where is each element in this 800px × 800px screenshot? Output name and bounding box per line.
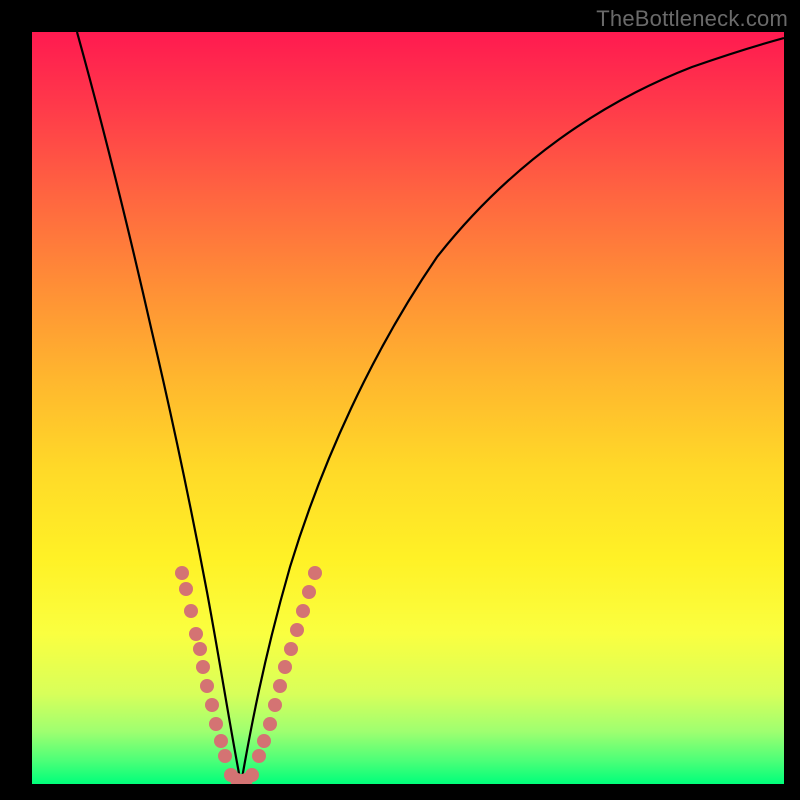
marker-dot (290, 623, 304, 637)
marker-dot (189, 627, 203, 641)
curve-right (241, 38, 784, 784)
marker-dot (184, 604, 198, 618)
marker-dot (273, 679, 287, 693)
marker-dot (252, 749, 266, 763)
marker-dot (218, 749, 232, 763)
marker-dot (245, 768, 259, 782)
marker-dot (179, 582, 193, 596)
marker-dot (263, 717, 277, 731)
marker-dot (193, 642, 207, 656)
marker-dot (308, 566, 322, 580)
marker-dot (296, 604, 310, 618)
marker-dot (268, 698, 282, 712)
plot-area (32, 32, 784, 784)
marker-dot (284, 642, 298, 656)
marker-dot (214, 734, 228, 748)
chart-svg (32, 32, 784, 784)
marker-dot (205, 698, 219, 712)
marker-dot (200, 679, 214, 693)
marker-dot (196, 660, 210, 674)
marker-dot (302, 585, 316, 599)
curve-left (77, 32, 241, 784)
chart-frame: TheBottleneck.com (0, 0, 800, 800)
marker-dot (257, 734, 271, 748)
marker-dot (209, 717, 223, 731)
marker-dot (175, 566, 189, 580)
marker-dot (278, 660, 292, 674)
watermark-text: TheBottleneck.com (596, 6, 788, 32)
curve-group (77, 32, 784, 784)
marker-group (175, 566, 322, 784)
